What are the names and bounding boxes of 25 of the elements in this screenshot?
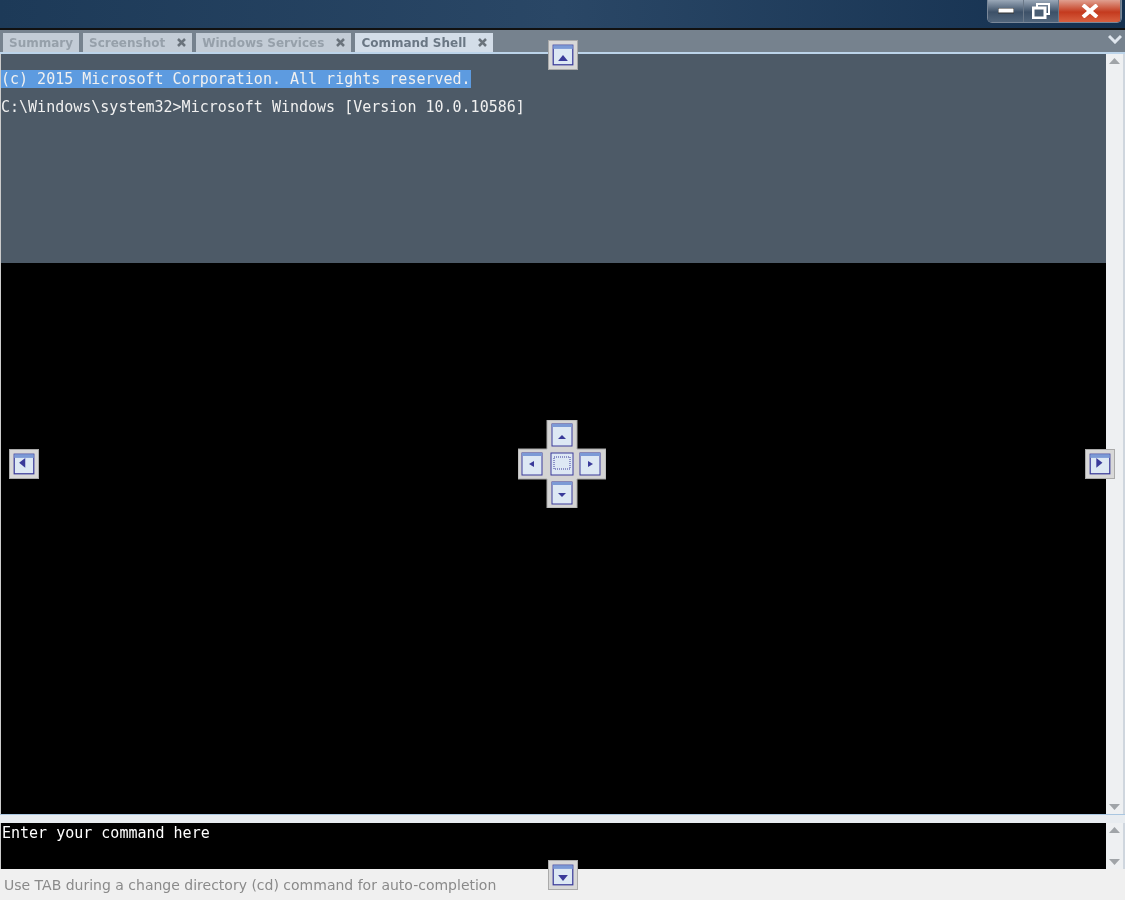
close-icon[interactable] xyxy=(177,38,187,47)
restore-button[interactable] xyxy=(1024,0,1059,22)
command-input[interactable]: Enter your command here xyxy=(1,823,1106,869)
dock-guide-drawing[interactable] xyxy=(518,420,606,508)
close-icon[interactable] xyxy=(478,38,488,47)
minimize-icon xyxy=(997,8,1014,14)
minimize-button[interactable] xyxy=(988,0,1024,22)
dock-right-icon[interactable] xyxy=(1089,453,1111,475)
chevron-down-icon[interactable] xyxy=(1108,34,1122,44)
scroll-down-icon[interactable] xyxy=(1109,859,1120,865)
close-button[interactable] xyxy=(1059,0,1121,22)
status-text: Use TAB during a change directory (cd) command for auto-completion xyxy=(4,876,497,893)
dock-up-icon[interactable] xyxy=(552,44,574,66)
console-line: C:\Windows\system32>Microsoft Windows [Version 10.0.10586] xyxy=(1,98,525,116)
scroll-up-icon[interactable] xyxy=(1109,827,1120,833)
close-icon[interactable] xyxy=(336,38,346,47)
tab[interactable]: Command Shell xyxy=(355,33,494,52)
scrollbar[interactable] xyxy=(1106,823,1125,869)
dock-left-icon[interactable] xyxy=(13,453,35,475)
restore-icon xyxy=(1032,3,1050,19)
scroll-down-icon[interactable] xyxy=(1109,804,1120,810)
scrollbar[interactable] xyxy=(1106,54,1125,814)
dock-down-icon[interactable] xyxy=(552,864,574,886)
close-icon xyxy=(1080,4,1099,18)
scroll-up-icon[interactable] xyxy=(1109,58,1120,64)
